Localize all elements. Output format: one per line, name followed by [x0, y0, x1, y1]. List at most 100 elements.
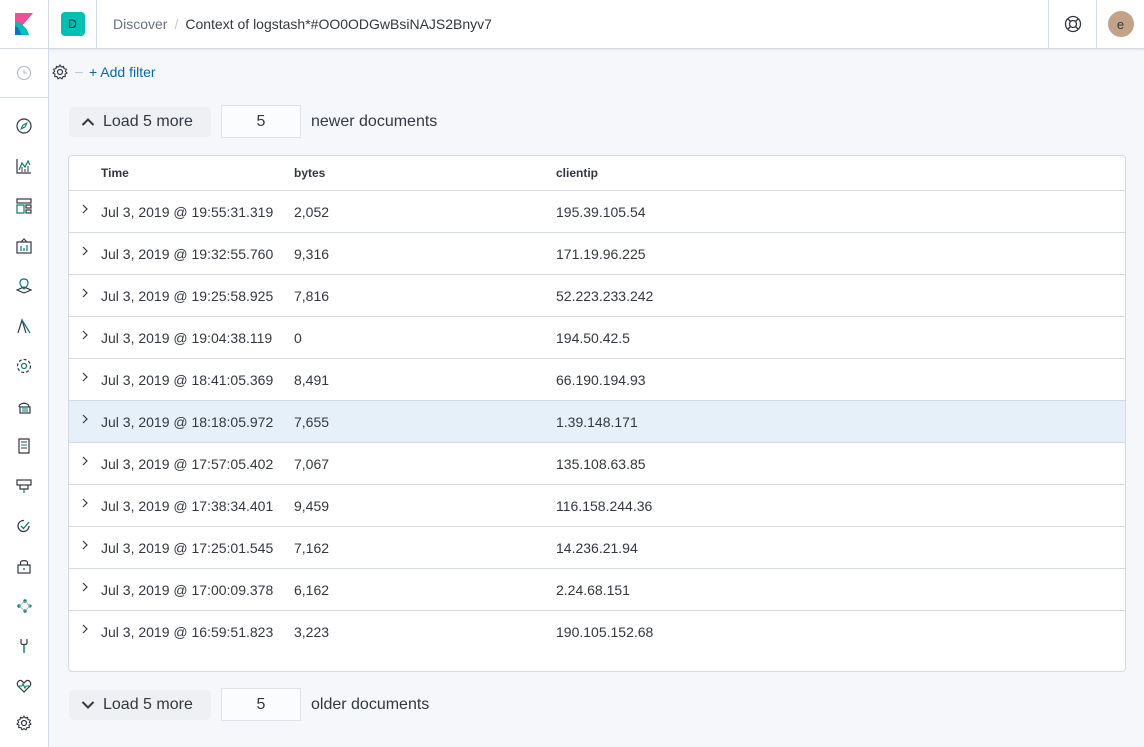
filter-bar: + Add filter — [49, 57, 156, 87]
side-nav — [0, 49, 49, 747]
cell-bytes: 7,655 — [294, 413, 330, 430]
table-row[interactable]: Jul 3, 2019 @ 17:25:01.545 7,162 14.236.21… — [69, 527, 1125, 569]
table-row[interactable]: Jul 3, 2019 @ 19:25:58.925 7,816 52.223.23… — [69, 275, 1125, 317]
breadcrumb-discover[interactable]: Discover — [113, 16, 167, 32]
cell-time: Jul 3, 2019 @ 19:55:31.319 — [101, 203, 274, 220]
breadcrumb-current: Context of logstash*#OO0ODGwBsiNAJS2Bnyv… — [185, 16, 492, 32]
cell-bytes: 8,491 — [294, 371, 330, 388]
space-avatar: D — [60, 12, 85, 36]
cell-clientip: 194.50.42.5 — [556, 329, 630, 346]
nav-item-management[interactable] — [0, 707, 48, 739]
cell-time: Jul 3, 2019 @ 19:25:58.925 — [101, 287, 274, 304]
newer-documents-label: newer documents — [311, 112, 438, 130]
load-newer-row: Load 5 more 5 newer documents — [69, 105, 437, 138]
table-row[interactable]: Jul 3, 2019 @ 17:00:09.378 6,162 2.24.68.1… — [69, 569, 1125, 611]
table-row[interactable]: Jul 3, 2019 @ 19:04:38.119 0 194.50.42.5 — [69, 317, 1125, 359]
table-row[interactable]: Jul 3, 2019 @ 17:38:34.401 9,459 116.158.2… — [69, 485, 1125, 527]
table-row[interactable]: Jul 3, 2019 @ 19:55:31.319 2,052 195.39.10… — [69, 191, 1125, 233]
chevron-down-icon — [81, 700, 95, 709]
column-header-bytes[interactable]: bytes — [294, 166, 556, 180]
dashboard-icon — [16, 198, 32, 214]
cell-bytes: 0 — [294, 329, 302, 346]
cell-bytes: 3,223 — [294, 624, 330, 640]
row-expand-button[interactable] — [69, 540, 101, 556]
cell-bytes: 7,067 — [294, 455, 330, 472]
help-lifebuoy-icon — [1064, 15, 1081, 33]
row-expand-button[interactable] — [69, 582, 101, 598]
table-row[interactable]: Jul 3, 2019 @ 18:18:05.972 7,655 1.39.148.… — [69, 401, 1125, 443]
gear-icon — [52, 64, 68, 80]
kibana-logo[interactable] — [0, 0, 49, 49]
row-expand-button[interactable] — [69, 246, 101, 262]
infrastructure-icon — [16, 358, 32, 374]
chevron-right-icon — [82, 540, 88, 549]
nav-item-security[interactable] — [0, 546, 48, 586]
table-row[interactable]: Jul 3, 2019 @ 17:57:05.402 7,067 135.108.6… — [69, 443, 1125, 485]
load-older-row: Load 5 more 5 older documents — [69, 688, 429, 721]
load-older-button[interactable]: Load 5 more — [69, 689, 211, 720]
nav-item-maps[interactable] — [0, 266, 48, 306]
filter-divider — [75, 71, 83, 73]
nav-item-dev-tools[interactable] — [0, 626, 48, 666]
chevron-right-icon — [82, 204, 88, 213]
older-documents-label: older documents — [311, 695, 430, 713]
row-expand-button[interactable] — [69, 204, 101, 220]
chevron-right-icon — [82, 582, 88, 591]
cell-bytes: 7,162 — [294, 539, 330, 556]
table-row[interactable]: Jul 3, 2019 @ 18:41:05.369 8,491 66.190.19… — [69, 359, 1125, 401]
space-selector[interactable]: D — [49, 0, 97, 49]
logs-icon — [18, 402, 31, 414]
cell-bytes: 7,816 — [294, 287, 330, 304]
help-button[interactable] — [1048, 0, 1096, 49]
row-expand-button[interactable] — [69, 624, 101, 640]
nav-recently-viewed[interactable] — [0, 49, 48, 98]
nav-item-apm[interactable] — [0, 426, 48, 466]
row-expand-button[interactable] — [69, 414, 101, 430]
avatar: e — [1107, 11, 1134, 37]
cell-clientip: 135.108.63.85 — [556, 455, 646, 472]
chevron-right-icon — [82, 372, 88, 381]
top-header: D Discover / Context of logstash*#OO0ODG… — [0, 0, 1144, 49]
row-expand-button[interactable] — [69, 288, 101, 304]
uptime-icon — [16, 479, 32, 493]
cell-clientip: 1.39.148.171 — [556, 413, 638, 430]
row-expand-button[interactable] — [69, 456, 101, 472]
heartbeat-icon — [16, 679, 32, 693]
lock-icon — [17, 560, 31, 574]
row-expand-button[interactable] — [69, 372, 101, 388]
nav-item-graph[interactable] — [0, 586, 48, 626]
nav-item-monitoring[interactable] — [0, 666, 48, 706]
nav-item-visualize[interactable] — [0, 146, 48, 186]
nav-item-infrastructure[interactable] — [0, 346, 48, 386]
cell-time: Jul 3, 2019 @ 19:04:38.119 — [101, 329, 273, 346]
row-expand-button[interactable] — [69, 330, 101, 346]
gear-icon — [16, 715, 32, 731]
nav-item-dashboard[interactable] — [0, 186, 48, 226]
cell-time: Jul 3, 2019 @ 17:38:34.401 — [101, 497, 274, 514]
add-filter-button[interactable]: + Add filter — [89, 64, 156, 80]
nav-item-siem[interactable] — [0, 506, 48, 546]
table-row[interactable]: Jul 3, 2019 @ 19:32:55.760 9,316 171.19.96… — [69, 233, 1125, 275]
user-menu-button[interactable]: e — [1096, 0, 1144, 49]
filter-options-button[interactable] — [49, 57, 71, 87]
context-table: Time bytes clientip Jul 3, 2019 @ 19:55:… — [68, 155, 1126, 672]
cell-clientip: 66.190.194.93 — [556, 371, 646, 388]
chevron-up-icon — [81, 117, 95, 126]
nav-item-canvas[interactable] — [0, 226, 48, 266]
nav-item-ml[interactable] — [0, 306, 48, 346]
cell-bytes: 9,316 — [294, 245, 330, 262]
older-count-input[interactable]: 5 — [221, 688, 301, 721]
breadcrumb: Discover / Context of logstash*#OO0ODGwB… — [97, 16, 1048, 32]
newer-count-input[interactable]: 5 — [221, 105, 301, 138]
nav-item-uptime[interactable] — [0, 466, 48, 506]
cell-bytes: 9,459 — [294, 497, 330, 514]
chevron-right-icon — [82, 246, 88, 255]
row-expand-button[interactable] — [69, 498, 101, 514]
column-header-time[interactable]: Time — [101, 166, 294, 180]
load-newer-button[interactable]: Load 5 more — [69, 106, 211, 137]
cell-time: Jul 3, 2019 @ 17:00:09.378 — [101, 581, 274, 598]
nav-item-discover[interactable] — [0, 106, 48, 146]
column-header-clientip[interactable]: clientip — [556, 166, 1125, 180]
table-row[interactable]: Jul 3, 2019 @ 16:59:51.823 3,223 190.105.1… — [69, 611, 1125, 653]
nav-item-logs[interactable] — [0, 386, 48, 426]
